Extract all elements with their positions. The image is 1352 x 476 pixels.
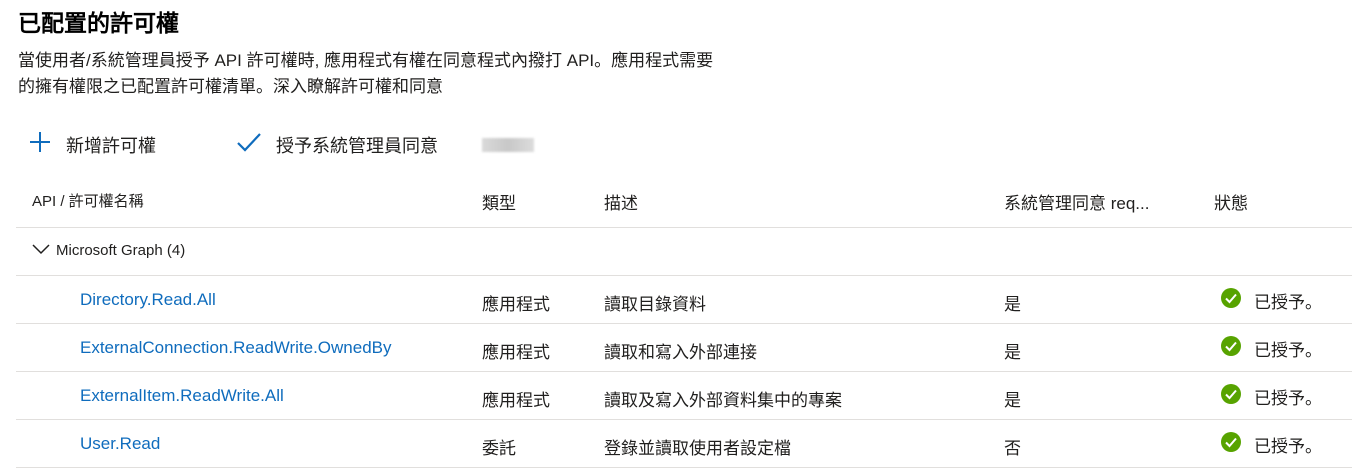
table-row: ExternalConnection.ReadWrite.OwnedBy 應用程… [16,324,1352,372]
status-label: 已授予。 [1254,389,1322,408]
header-status[interactable]: 狀態 [1214,189,1248,214]
success-check-icon [1220,287,1242,314]
permission-description: 讀取及寫入外部資料集中的專案 [604,391,842,410]
status-badge: 已授予。 [1220,287,1322,314]
grant-admin-consent-label: 授予系統管理員同意 [276,135,438,156]
success-check-icon [1220,383,1242,410]
status-label: 已授予。 [1254,293,1322,312]
chevron-down-icon [32,242,50,259]
header-admin-consent[interactable]: 系統管理同意 req... [1004,189,1149,214]
status-label: 已授予。 [1254,437,1322,456]
page-description: 當使用者/系統管理員授予 API 許可權時, 應用程式有權在同意程式內撥打 AP… [18,48,838,100]
header-description[interactable]: 描述 [604,189,638,214]
status-label: 已授予。 [1254,341,1322,360]
admin-consent-required: 是 [1004,391,1021,410]
success-check-icon [1220,335,1242,362]
permission-type: 應用程式 [482,391,550,410]
permission-description: 登錄並讀取使用者設定檔 [604,439,791,458]
permission-description: 讀取和寫入外部連接 [604,343,757,362]
page-title: 已配置的許可權 [18,10,179,36]
header-type[interactable]: 類型 [482,189,516,214]
permission-type: 委託 [482,439,516,458]
admin-consent-required: 是 [1004,295,1021,314]
table-row: Directory.Read.All 應用程式 讀取目錄資料 是 已授予。 [16,276,1352,324]
admin-consent-required: 否 [1004,439,1021,458]
permission-name-link[interactable]: ExternalItem.ReadWrite.All [80,386,284,406]
description-line-1: 當使用者/系統管理員授予 API 許可權時, 應用程式有權在同意程式內撥打 AP… [18,51,714,70]
add-permission-button[interactable]: 新增許可權 [28,130,156,159]
redacted-tenant-name [482,137,534,152]
description-line-2: 的擁有權限之已配置許可權清單。深入瞭解許可權和同意 [18,77,443,96]
permission-name-link[interactable]: User.Read [80,434,160,454]
status-badge: 已授予。 [1220,431,1322,458]
status-badge: 已授予。 [1220,335,1322,362]
table-row: User.Read 委託 登錄並讀取使用者設定檔 否 已授予。 [16,420,1352,468]
status-badge: 已授予。 [1220,383,1322,410]
table-row: ExternalItem.ReadWrite.All 應用程式 讀取及寫入外部資… [16,372,1352,420]
admin-consent-required: 是 [1004,343,1021,362]
plus-icon [28,130,52,159]
group-label: Microsoft Graph (4) [56,242,186,259]
grant-admin-consent-button[interactable]: 授予系統管理員同意 [236,130,534,159]
row-divider [16,467,1352,468]
checkmark-icon [236,130,262,159]
add-permission-label: 新增許可權 [66,135,156,156]
header-divider [16,227,1352,228]
success-check-icon [1220,431,1242,458]
permission-name-link[interactable]: ExternalConnection.ReadWrite.OwnedBy [80,338,392,358]
permission-type: 應用程式 [482,295,550,314]
header-name[interactable]: API / 許可權名稱 [32,190,144,211]
permission-type: 應用程式 [482,343,550,362]
group-toggle-microsoft-graph[interactable]: Microsoft Graph (4) [32,242,185,259]
permission-name-link[interactable]: Directory.Read.All [80,290,216,310]
permission-description: 讀取目錄資料 [604,295,706,314]
